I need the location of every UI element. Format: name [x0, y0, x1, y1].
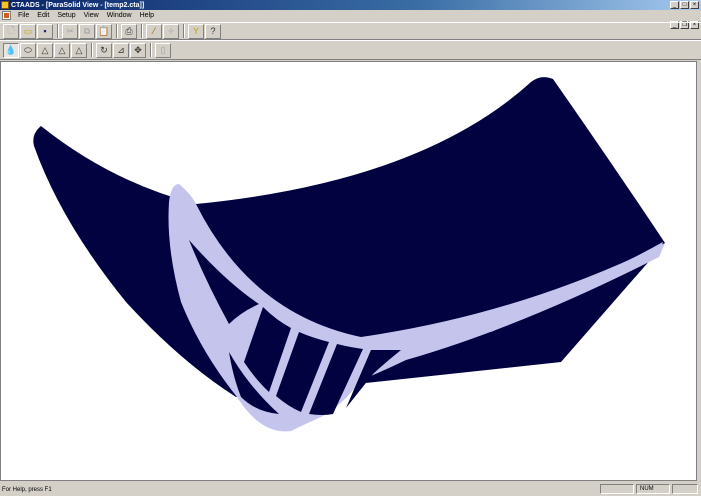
status-bar: For Help, press F1 NUM — [0, 483, 701, 496]
status-num-indicator: NUM — [636, 484, 670, 494]
view-toolbar: 💧 ⬭ △ △ △ ↻ ⊿ ✥ ▯ — [0, 40, 701, 60]
copy-button[interactable]: ⧉ — [79, 23, 95, 39]
copy-icon: ⧉ — [83, 25, 91, 36]
app-icon — [1, 1, 9, 9]
menu-setup[interactable]: Setup — [53, 10, 79, 21]
cone-view-button[interactable]: △ — [37, 42, 53, 58]
ellipse-view-icon: ⬭ — [24, 44, 32, 55]
toolbar-separator — [183, 24, 185, 38]
status-pane-blank — [600, 484, 634, 494]
status-message: For Help, press F1 — [2, 486, 52, 493]
document-icon[interactable] — [2, 11, 11, 20]
standard-toolbar: 🗋 ▭ ▪ ✂ ⧉ 📋 ⎙ ⁄ ✧ Y ? — [0, 22, 701, 40]
wand-button[interactable]: ⁄ — [146, 23, 162, 39]
zoom-fit-button[interactable]: ▯ — [155, 42, 171, 58]
rotate-button[interactable]: ↻ — [96, 42, 112, 58]
print-button[interactable]: ⎙ — [121, 23, 137, 39]
menu-bar: File Edit Setup View Window Help _ ❐ × — [0, 10, 701, 29]
filter-icon: Y — [192, 26, 199, 36]
turbine-blade-model — [33, 77, 666, 432]
right-border — [697, 61, 701, 481]
print-icon: ⎙ — [125, 25, 133, 36]
toolbar-separator — [116, 24, 118, 38]
new-button[interactable]: 🗋 — [3, 23, 19, 39]
scale-icon: ⊿ — [117, 44, 125, 55]
menu-edit[interactable]: Edit — [33, 10, 53, 21]
ghost-button[interactable]: ✧ — [163, 23, 179, 39]
new-icon: 🗋 — [7, 25, 15, 35]
save-icon: ▪ — [43, 26, 47, 36]
cone-view-icon: △ — [41, 44, 49, 55]
status-pane-scroll — [672, 484, 698, 494]
ghost-icon: ✧ — [167, 25, 175, 36]
toolbar-separator — [91, 43, 93, 57]
help-icon: ? — [210, 26, 216, 36]
zoom-fit-icon: ▯ — [160, 44, 166, 55]
triangle-outline-view-icon: △ — [75, 44, 83, 55]
paste-icon: 📋 — [98, 25, 110, 36]
open-icon: ▭ — [23, 25, 33, 36]
toolbar-separator — [141, 24, 143, 38]
triangle-outline-view-button[interactable]: △ — [71, 42, 87, 58]
shaded-view-button[interactable]: 💧 — [3, 42, 19, 58]
minimize-button[interactable]: _ — [670, 1, 679, 9]
open-button[interactable]: ▭ — [20, 23, 36, 39]
window-controls: _ □ × — [670, 1, 699, 9]
triangle-view-button[interactable]: △ — [54, 42, 70, 58]
menu-help[interactable]: Help — [136, 10, 158, 21]
maximize-button[interactable]: □ — [680, 1, 689, 9]
help-button[interactable]: ? — [205, 23, 221, 39]
close-button[interactable]: × — [690, 1, 699, 9]
pan-button[interactable]: ✥ — [130, 42, 146, 58]
shaded-view-icon: 💧 — [5, 44, 17, 55]
pan-icon: ✥ — [134, 44, 142, 55]
cut-button[interactable]: ✂ — [62, 23, 78, 39]
wand-icon: ⁄ — [153, 26, 155, 36]
window-title: CTAADS - [ParaSolid View - [temp2.cta]] — [11, 1, 145, 9]
menu-window[interactable]: Window — [103, 10, 136, 21]
triangle-view-icon: △ — [58, 44, 66, 55]
parasolid-viewport[interactable] — [0, 61, 697, 481]
title-bar: CTAADS - [ParaSolid View - [temp2.cta]] … — [0, 0, 701, 10]
menu-file[interactable]: File — [14, 10, 33, 21]
save-button[interactable]: ▪ — [37, 23, 53, 39]
paste-button[interactable]: 📋 — [96, 23, 112, 39]
menu-view[interactable]: View — [80, 10, 103, 21]
toolbar-separator — [150, 43, 152, 57]
filter-button[interactable]: Y — [188, 23, 204, 39]
scale-button[interactable]: ⊿ — [113, 42, 129, 58]
rotate-icon: ↻ — [100, 44, 108, 55]
toolbar-separator — [57, 24, 59, 38]
ellipse-view-button[interactable]: ⬭ — [20, 42, 36, 58]
cut-icon: ✂ — [66, 25, 74, 36]
